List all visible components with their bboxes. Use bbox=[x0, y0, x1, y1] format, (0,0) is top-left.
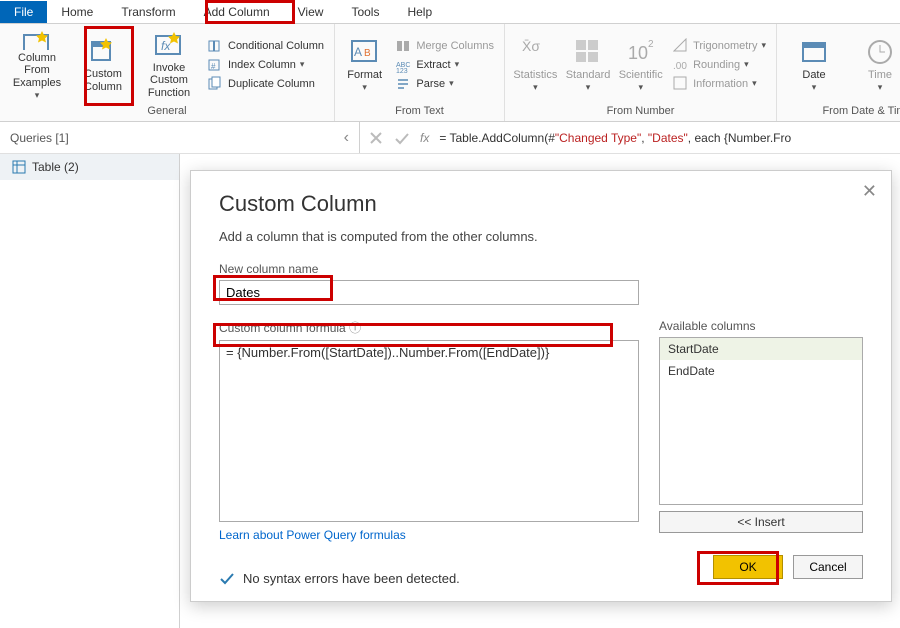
commit-icon[interactable] bbox=[394, 130, 410, 146]
svg-text:B: B bbox=[364, 48, 371, 59]
function-icon: fx bbox=[154, 30, 184, 60]
available-column-item[interactable]: EndDate bbox=[660, 360, 862, 382]
conditional-icon bbox=[208, 38, 224, 54]
parse-icon bbox=[396, 76, 412, 92]
table-icon bbox=[12, 160, 26, 174]
available-column-item[interactable]: StartDate bbox=[660, 338, 862, 360]
time-button[interactable]: Time▾ bbox=[849, 29, 900, 101]
rounding-icon: .00 bbox=[673, 57, 689, 73]
custom-column-icon bbox=[88, 36, 118, 66]
calendar-icon bbox=[799, 37, 829, 67]
svg-text:2: 2 bbox=[648, 39, 654, 50]
standard-icon bbox=[573, 37, 603, 67]
svg-text:10: 10 bbox=[628, 43, 648, 63]
check-icon bbox=[219, 570, 235, 586]
queries-panel: Table (2) bbox=[0, 154, 180, 628]
transform-tab[interactable]: Transform bbox=[107, 1, 189, 23]
clock-icon bbox=[865, 37, 895, 67]
conditional-column-button[interactable]: Conditional Column bbox=[208, 38, 324, 54]
formula-label: Custom column formula ⓘ bbox=[219, 319, 639, 336]
menu-bar: File Home Transform Add Column View Tool… bbox=[0, 0, 900, 24]
scientific-icon: 102 bbox=[626, 37, 656, 67]
duplicate-icon bbox=[208, 76, 224, 92]
formula-text: = Table.AddColumn(#"Changed Type", "Date… bbox=[439, 131, 791, 145]
fx-icon[interactable]: fx bbox=[420, 131, 429, 145]
statistics-button[interactable]: X̄σ Statistics▾ bbox=[511, 29, 560, 101]
extract-button[interactable]: ABC123Extract ▾ bbox=[396, 57, 494, 73]
new-column-name-label: New column name bbox=[219, 262, 863, 276]
svg-text:X̄σ: X̄σ bbox=[522, 38, 540, 54]
svg-text:A: A bbox=[354, 45, 362, 59]
formula-input[interactable]: = {Number.From([StartDate])..Number.From… bbox=[219, 340, 639, 522]
queries-title: Queries [1] bbox=[10, 131, 69, 145]
scientific-button[interactable]: 102 Scientific▾ bbox=[616, 29, 665, 101]
custom-column-dialog: ✕ Custom Column Add a column that is com… bbox=[190, 170, 892, 602]
dialog-subtitle: Add a column that is computed from the o… bbox=[219, 229, 863, 244]
general-group-label: General bbox=[6, 103, 328, 119]
custom-column-button[interactable]: Custom Column bbox=[72, 29, 134, 101]
learn-link[interactable]: Learn about Power Query formulas bbox=[219, 528, 406, 542]
dialog-title: Custom Column bbox=[219, 191, 863, 217]
new-column-name-input[interactable] bbox=[219, 280, 639, 305]
available-columns-label: Available columns bbox=[659, 319, 863, 333]
formula-bar[interactable]: fx = Table.AddColumn(#"Changed Type", "D… bbox=[360, 122, 900, 153]
cancel-button[interactable]: Cancel bbox=[793, 555, 863, 579]
file-tab[interactable]: File bbox=[0, 1, 47, 23]
svg-text:fx: fx bbox=[161, 39, 171, 53]
parse-button[interactable]: Parse ▾ bbox=[396, 76, 494, 92]
cancel-icon[interactable] bbox=[368, 130, 384, 146]
date-button[interactable]: Date▾ bbox=[783, 29, 845, 101]
insert-button[interactable]: << Insert bbox=[659, 511, 863, 533]
table-star-icon bbox=[22, 29, 52, 51]
index-icon: # bbox=[208, 57, 224, 73]
ribbon: Column From Examples▾ Custom Column fx I… bbox=[0, 24, 900, 122]
merge-columns-button[interactable]: Merge Columns bbox=[396, 38, 494, 54]
from-text-group-label: From Text bbox=[341, 103, 498, 119]
ok-button[interactable]: OK bbox=[713, 555, 783, 579]
duplicate-column-button[interactable]: Duplicate Column bbox=[208, 76, 324, 92]
standard-button[interactable]: Standard▾ bbox=[564, 29, 613, 101]
invoke-custom-function-button[interactable]: fx Invoke Custom Function bbox=[138, 29, 200, 101]
rounding-button[interactable]: .00Rounding ▾ bbox=[673, 57, 766, 73]
column-from-examples-button[interactable]: Column From Examples▾ bbox=[6, 29, 68, 101]
view-tab[interactable]: View bbox=[284, 1, 338, 23]
trigonometry-button[interactable]: Trigonometry ▾ bbox=[673, 38, 766, 54]
collapse-icon[interactable]: ‹ bbox=[344, 129, 349, 147]
statistics-icon: X̄σ bbox=[520, 37, 550, 67]
index-column-button[interactable]: #Index Column ▾ bbox=[208, 57, 324, 73]
home-tab[interactable]: Home bbox=[47, 1, 107, 23]
from-number-group-label: From Number bbox=[511, 103, 770, 119]
available-columns-list[interactable]: StartDate EndDate bbox=[659, 337, 863, 505]
info-icon bbox=[673, 76, 689, 92]
query-header-row: Queries [1] ‹ fx = Table.AddColumn(#"Cha… bbox=[0, 122, 900, 154]
trig-icon bbox=[673, 38, 689, 54]
help-tab[interactable]: Help bbox=[393, 1, 446, 23]
close-button[interactable]: ✕ bbox=[862, 181, 877, 202]
add-column-tab[interactable]: Add Column bbox=[190, 1, 284, 23]
format-button[interactable]: AB Format▾ bbox=[341, 29, 388, 101]
svg-text:#: # bbox=[211, 62, 216, 71]
extract-icon: ABC123 bbox=[396, 57, 412, 73]
svg-text:123: 123 bbox=[396, 68, 408, 73]
merge-icon bbox=[396, 38, 412, 54]
svg-text:.00: .00 bbox=[673, 61, 687, 72]
format-icon: AB bbox=[350, 37, 380, 67]
from-datetime-group-label: From Date & Tim bbox=[783, 103, 900, 119]
query-item[interactable]: Table (2) bbox=[0, 154, 179, 180]
tools-tab[interactable]: Tools bbox=[337, 1, 393, 23]
information-button[interactable]: Information ▾ bbox=[673, 76, 766, 92]
